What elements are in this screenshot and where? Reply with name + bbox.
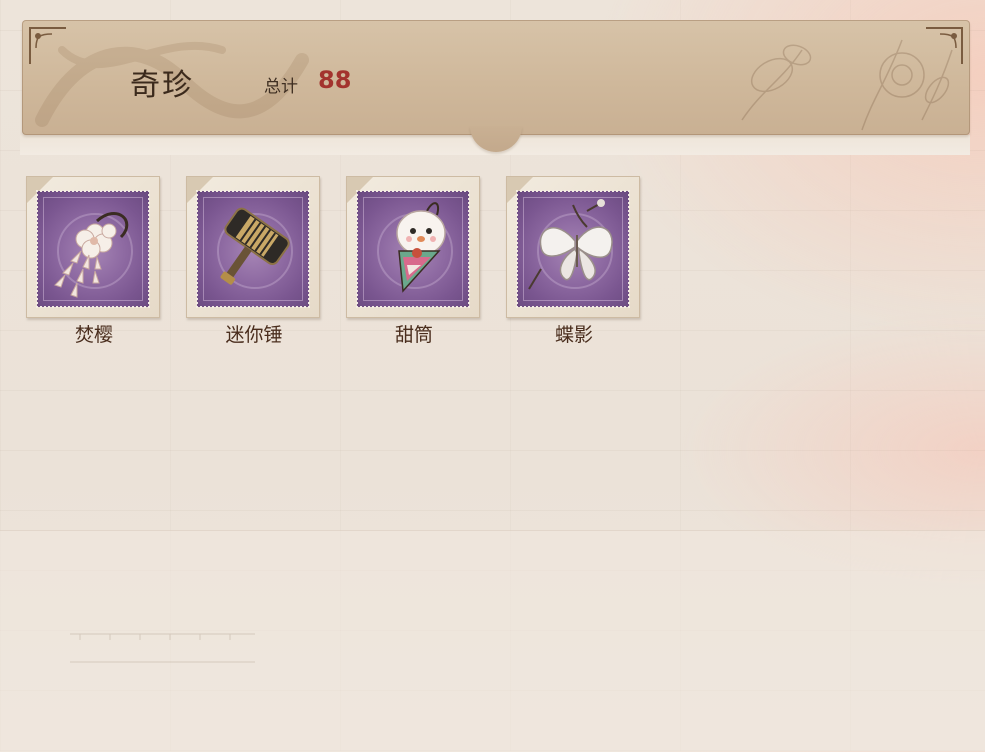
page-title: 奇珍 bbox=[130, 68, 194, 103]
ruler-decoration bbox=[70, 633, 255, 663]
corner-ornament-left-icon bbox=[29, 27, 66, 64]
flower-tassel-icon bbox=[54, 212, 129, 298]
total-count: 88 bbox=[318, 66, 352, 94]
collectible-item-butterfly[interactable]: 蝶影 bbox=[506, 176, 640, 346]
corner-ornament-right-icon bbox=[926, 27, 963, 64]
stamp-background bbox=[196, 190, 310, 308]
collectible-item-sweet-cone[interactable]: 甜筒 bbox=[346, 176, 480, 346]
collectible-item-mini-hammer[interactable]: 迷你锤 bbox=[186, 176, 320, 346]
item-label: 甜筒 bbox=[394, 324, 433, 346]
stamp-background bbox=[356, 190, 470, 308]
item-label: 蝶影 bbox=[554, 324, 593, 346]
stamp-frame bbox=[346, 176, 480, 318]
mini-hammer-icon bbox=[220, 207, 290, 285]
collectible-item-fenying[interactable]: 焚樱 bbox=[26, 176, 160, 346]
stamp-frame bbox=[26, 176, 160, 318]
header-banner: 奇珍 总计 88 bbox=[22, 20, 970, 135]
stamp-frame bbox=[186, 176, 320, 318]
stamp-background bbox=[516, 190, 630, 308]
sweet-cone-icon bbox=[396, 202, 446, 293]
stamp-background bbox=[36, 190, 150, 308]
stamp-frame bbox=[506, 176, 640, 318]
total-label: 总计 bbox=[264, 77, 298, 97]
butterfly-icon bbox=[528, 199, 613, 290]
item-label: 迷你锤 bbox=[225, 324, 283, 346]
item-label: 焚樱 bbox=[74, 324, 113, 346]
